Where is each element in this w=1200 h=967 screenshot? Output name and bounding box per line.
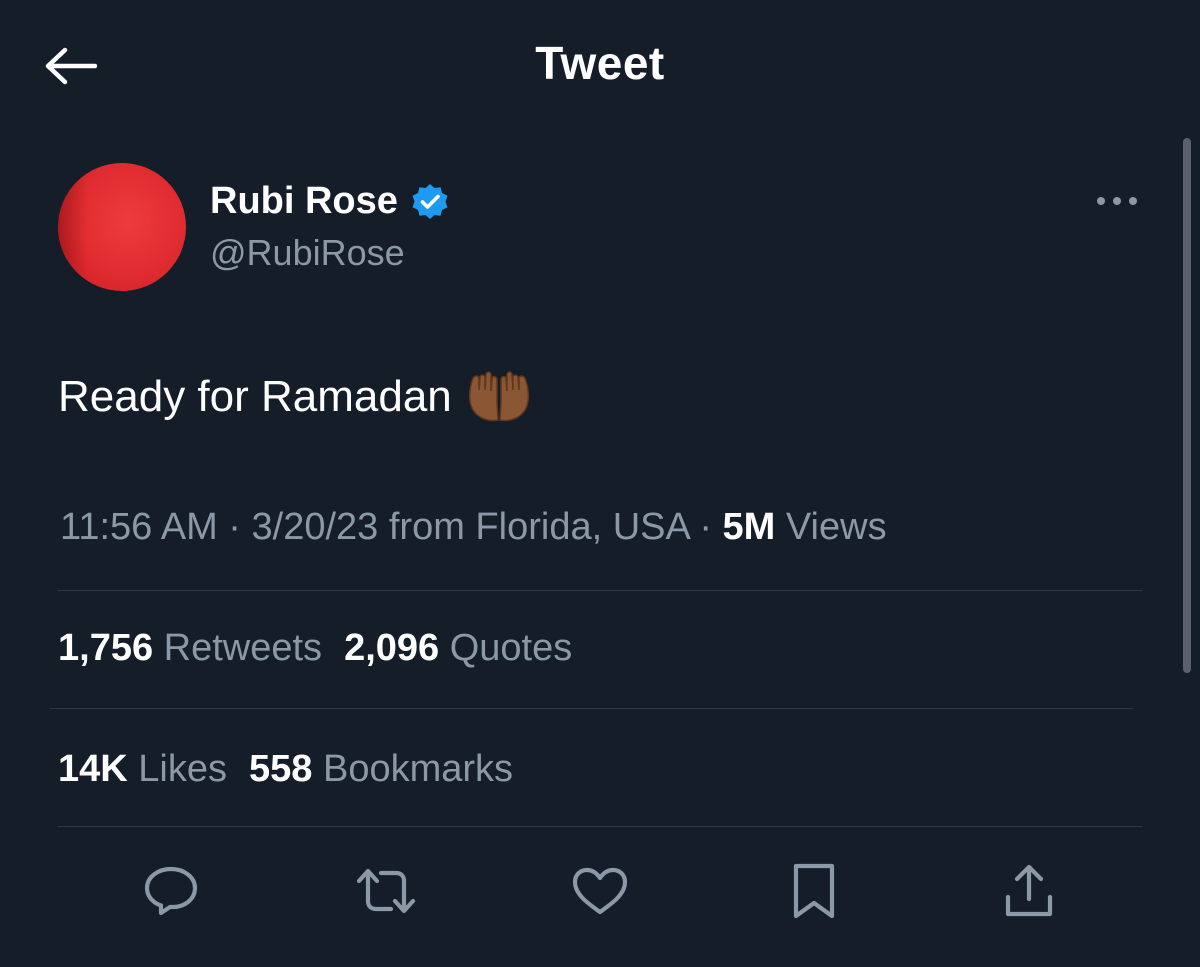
divider: [58, 826, 1142, 827]
scrollbar[interactable]: [1183, 138, 1191, 673]
quotes-stat[interactable]: 2,096 Quotes: [344, 627, 572, 670]
meta-separator: ·: [699, 506, 712, 548]
share-icon: [1005, 864, 1053, 917]
retweets-stat[interactable]: 1,756 Retweets: [58, 627, 322, 670]
top-bar: Tweet: [0, 0, 1200, 130]
tweet-text-content: Ready for Ramadan: [58, 372, 452, 421]
page-title: Tweet: [535, 37, 665, 89]
tweet-text: Ready for Ramadan: [58, 370, 532, 424]
stats-row-shares: 1,756 Retweets 2,096 Quotes: [58, 627, 572, 670]
heart-icon: [572, 867, 628, 915]
action-bar: [0, 855, 1200, 927]
like-button[interactable]: [564, 855, 636, 927]
retweet-icon: [356, 868, 416, 914]
meta-separator: ·: [228, 506, 241, 548]
author-name[interactable]: Rubi Rose: [210, 180, 450, 223]
divider: [58, 590, 1142, 591]
likes-stat[interactable]: 14K Likes: [58, 748, 227, 791]
tweet-date: 3/20/23: [251, 506, 379, 548]
views-count: 5M: [722, 506, 776, 548]
bookmark-icon: [793, 863, 835, 919]
palms-up-together-emoji-icon: [468, 371, 529, 422]
retweets-label: Retweets: [163, 627, 323, 669]
bookmarks-count: 558: [249, 748, 313, 790]
tweet-detail-screen: Tweet Rubi Rose @RubiRose Ready for Rama…: [0, 0, 1200, 967]
author-handle[interactable]: @RubiRose: [210, 232, 405, 274]
retweet-button[interactable]: [350, 855, 422, 927]
tweet-time: 11:56 AM: [60, 506, 218, 548]
views-label: Views: [785, 506, 887, 548]
quotes-count: 2,096: [344, 627, 440, 669]
reply-icon: [144, 866, 198, 916]
views-link[interactable]: 5M Views: [723, 506, 887, 548]
share-button[interactable]: [993, 855, 1065, 927]
more-horizontal-icon: [1097, 197, 1137, 205]
retweets-count: 1,756: [58, 627, 154, 669]
avatar-shade: [58, 163, 88, 291]
author-display-name: Rubi Rose: [210, 180, 398, 222]
more-options-button[interactable]: [1092, 186, 1142, 216]
stats-row-likes: 14K Likes 558 Bookmarks: [58, 748, 513, 791]
likes-label: Likes: [138, 748, 227, 790]
bookmarks-stat[interactable]: 558 Bookmarks: [249, 748, 513, 791]
avatar[interactable]: [58, 163, 186, 291]
bookmark-button[interactable]: [778, 855, 850, 927]
quotes-label: Quotes: [449, 627, 573, 669]
divider: [50, 708, 1133, 709]
tweet-meta: 11:56 AM · 3/20/23 from Florida, USA · 5…: [60, 506, 887, 549]
reply-button[interactable]: [135, 855, 207, 927]
likes-count: 14K: [58, 748, 128, 790]
tweet-location: from Florida, USA: [388, 506, 689, 548]
bookmarks-label: Bookmarks: [322, 748, 514, 790]
verified-badge-icon: [412, 183, 448, 219]
